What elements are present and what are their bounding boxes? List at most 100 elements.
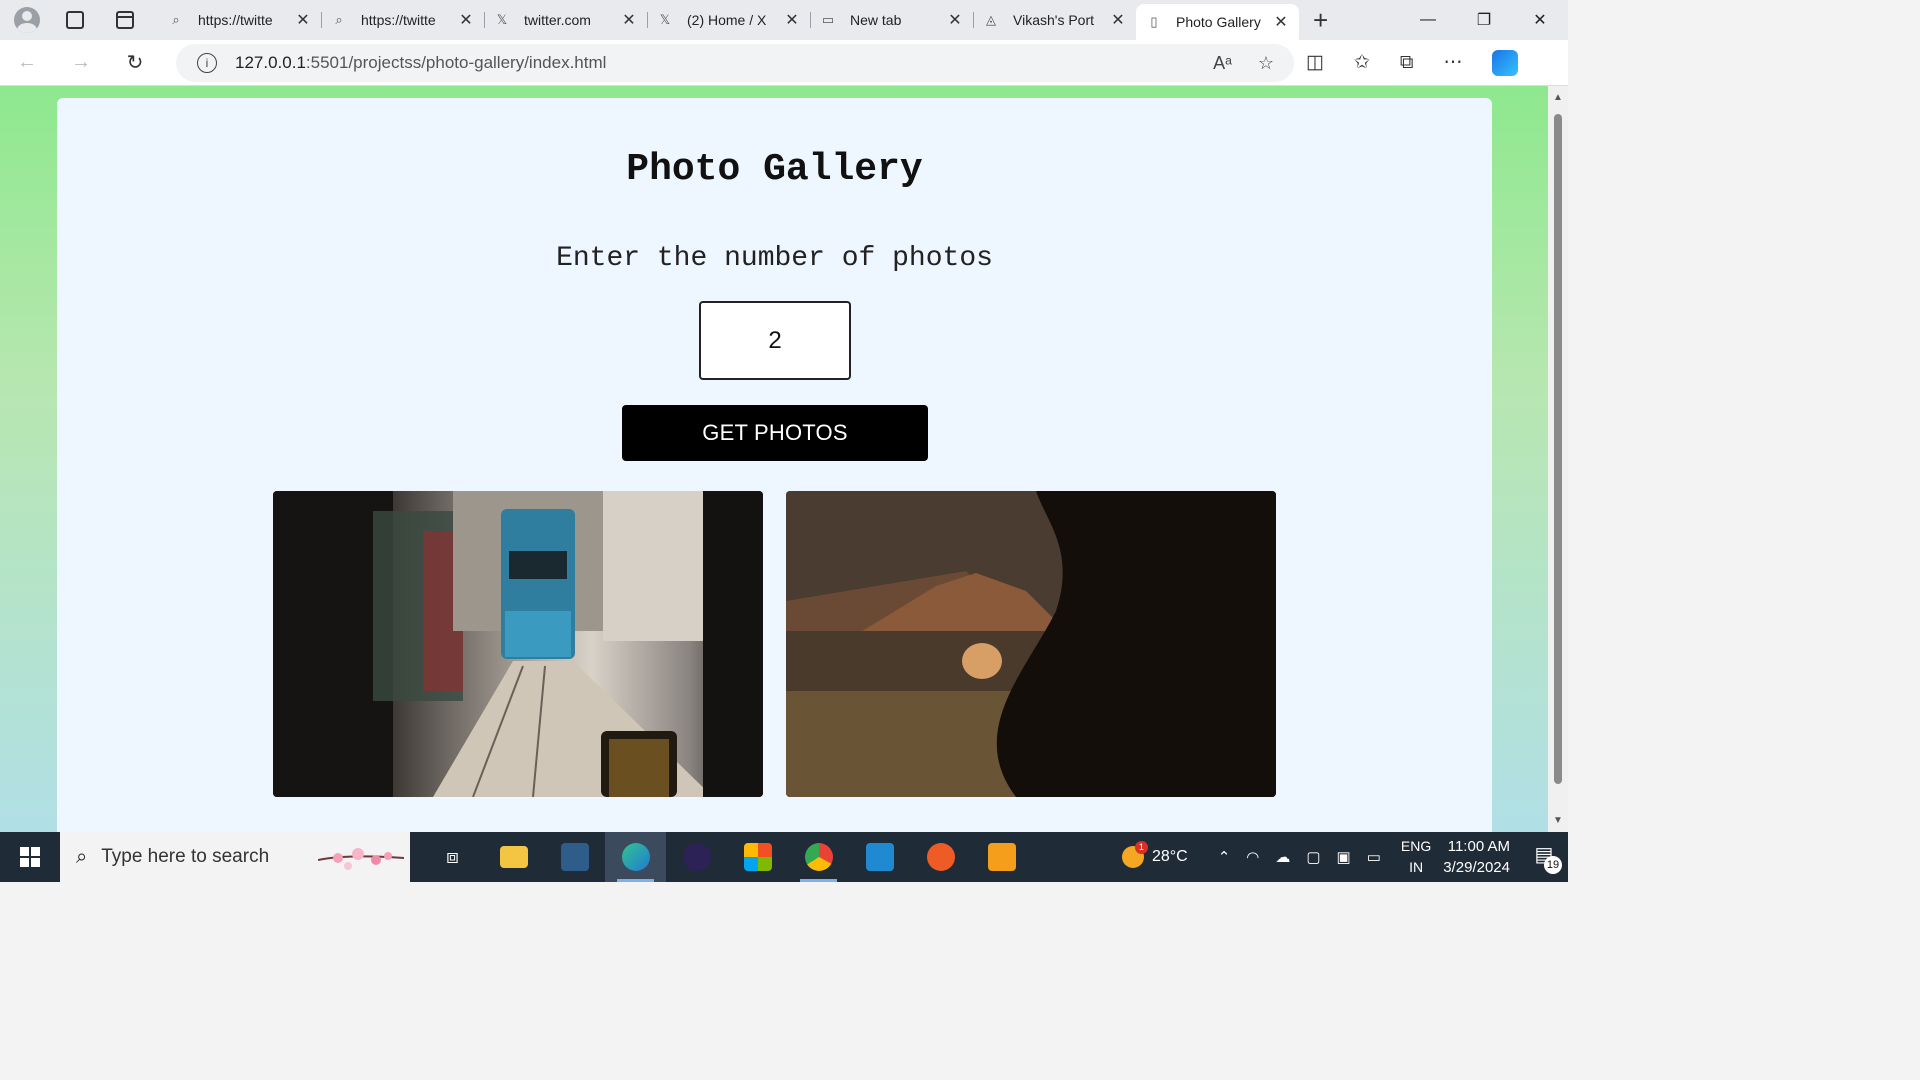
get-photos-button[interactable]: GET PHOTOS — [622, 405, 928, 461]
mountain-photo-art — [786, 491, 1276, 797]
wifi-icon[interactable]: ◠ — [1246, 848, 1259, 866]
mysql-workbench-icon[interactable] — [544, 832, 605, 882]
meet-now-icon[interactable]: ▢ — [1306, 848, 1320, 866]
browser-tab[interactable]: ▭ New tab ✕ — [810, 4, 973, 36]
close-icon[interactable]: ✕ — [784, 10, 800, 30]
close-icon[interactable]: ✕ — [621, 10, 637, 30]
x-logo-icon: 𝕏 — [496, 12, 508, 27]
browser-tab[interactable]: ◬ Vikash's Port ✕ — [973, 4, 1136, 36]
weather-widget[interactable]: 1 28°C — [1121, 841, 1188, 868]
clock-time: 11:00 AM — [1447, 838, 1510, 855]
favorites-icon[interactable]: ✩ — [1354, 51, 1370, 74]
system-tray: 1 28°C ⌃ ◠ ☁ ▢ ▣ ▭ ENG IN 11:00 AM 3/29/… — [1121, 832, 1568, 882]
tram-photo-art — [273, 491, 763, 797]
restore-icon[interactable]: ❐ — [1456, 0, 1512, 40]
scroll-down-arrow-icon[interactable]: ▼ — [1553, 815, 1563, 826]
file-explorer-icon[interactable] — [483, 832, 544, 882]
gallery-card: Photo Gallery Enter the number of photos… — [57, 98, 1492, 832]
back-arrow-icon[interactable]: ← — [0, 51, 54, 74]
taskbar-clock[interactable]: 11:00 AM 3/29/2024 — [1443, 836, 1510, 878]
chrome-icon[interactable] — [788, 832, 849, 882]
tab-title: (2) Home / X — [687, 12, 767, 28]
photo-count-input[interactable] — [699, 301, 851, 380]
browser-tab-strip: ⌕ https://twitte ✕ ⌕ https://twitte ✕ 𝕏 … — [0, 0, 1568, 40]
fox-icon: ◬ — [986, 12, 996, 27]
forward-arrow-icon[interactable]: → — [54, 51, 108, 74]
weather-temperature: 28°C — [1151, 848, 1188, 865]
edge-browser-icon[interactable] — [605, 832, 666, 882]
close-icon[interactable]: ✕ — [1110, 10, 1126, 30]
scroll-up-arrow-icon[interactable]: ▲ — [1553, 92, 1563, 103]
tab-title: Vikash's Port — [1013, 12, 1095, 28]
window-controls: — ❐ ✕ — [1400, 0, 1568, 40]
task-view-icon[interactable]: ⧈ — [422, 832, 483, 882]
split-screen-icon[interactable]: ◫ — [1306, 51, 1324, 74]
language-region: IN — [1409, 859, 1424, 875]
eclipse-icon[interactable] — [666, 832, 727, 882]
photo-count-label: Enter the number of photos — [556, 243, 993, 274]
vertical-scrollbar[interactable]: ▲ ▼ — [1548, 86, 1568, 832]
close-icon[interactable]: ✕ — [458, 10, 474, 30]
weather-badge: 1 — [1134, 841, 1148, 854]
input-language[interactable]: ENG IN — [1401, 836, 1431, 878]
profile-avatar-icon[interactable] — [14, 7, 40, 33]
url-text[interactable]: 127.0.0.1:5501/projectss/photo-gallery/i… — [235, 53, 606, 73]
postman-icon[interactable] — [910, 832, 971, 882]
page-viewport: Photo Gallery Enter the number of photos… — [0, 86, 1568, 832]
onedrive-cloud-icon[interactable]: ☁ — [1275, 848, 1290, 866]
notification-center-icon[interactable]: ▤ 19 — [1528, 842, 1562, 874]
vertical-tabs-icon[interactable] — [116, 11, 134, 29]
tram-on-city-street-photo — [273, 491, 763, 797]
scrollbar-thumb[interactable] — [1554, 114, 1562, 784]
taskbar-search-box[interactable]: ⌕ Type here to search — [60, 832, 410, 882]
favorite-star-icon[interactable]: ☆ — [1258, 53, 1274, 74]
search-icon: ⌕ — [76, 845, 88, 868]
close-icon[interactable]: ✕ — [1273, 12, 1289, 32]
language-code: ENG — [1400, 838, 1432, 854]
url-host: 127.0.0.1 — [235, 53, 306, 72]
battery-icon[interactable]: ▭ — [1367, 848, 1381, 866]
browser-tab[interactable]: ⌕ https://twitte ✕ — [321, 4, 484, 36]
taskbar-search-placeholder: Type here to search — [101, 846, 270, 867]
page-icon: ▯ — [1150, 14, 1158, 29]
refresh-icon[interactable]: ↻ — [108, 50, 162, 75]
start-button[interactable] — [0, 832, 60, 882]
browser-tab[interactable]: 𝕏 twitter.com ✕ — [484, 4, 647, 36]
browser-toolbar: ◫ ✩ ⧉ ⋯ — [1306, 49, 1519, 76]
tab-list: ⌕ https://twitte ✕ ⌕ https://twitte ✕ 𝕏 … — [158, 0, 1299, 40]
read-aloud-icon[interactable]: A͏ᵃ — [1213, 53, 1232, 74]
collections-icon[interactable]: ⧉ — [1400, 52, 1414, 74]
navigation-bar: ← → ↻ i 127.0.0.1:5501/projectss/photo-g… — [0, 40, 1568, 86]
page-title: Photo Gallery — [626, 148, 923, 191]
taskbar-apps: ⧈ — [422, 832, 1032, 882]
more-menu-icon[interactable]: ⋯ — [1443, 51, 1462, 74]
vscode-icon[interactable] — [849, 832, 910, 882]
minimize-icon[interactable]: — — [1400, 0, 1456, 40]
browser-tab[interactable]: ⌕ https://twitte ✕ — [158, 4, 321, 36]
notification-count: 19 — [1544, 856, 1562, 874]
mountain-landscape-photo — [786, 491, 1276, 797]
microsoft-store-icon[interactable] — [727, 832, 788, 882]
new-tab-button[interactable]: + — [1313, 5, 1328, 36]
close-icon[interactable]: ✕ — [295, 10, 311, 30]
address-bar[interactable]: i 127.0.0.1:5501/projectss/photo-gallery… — [176, 44, 1294, 82]
tab-title: twitter.com — [524, 12, 591, 28]
search-icon: ⌕ — [172, 12, 180, 27]
browser-tab-active[interactable]: ▯ Photo Gallery ✕ — [1136, 4, 1299, 40]
workspaces-icon[interactable] — [66, 11, 84, 29]
cherry-blossom-icon — [318, 848, 404, 870]
close-icon[interactable]: ✕ — [947, 10, 963, 30]
display-icon[interactable]: ▣ — [1337, 848, 1351, 866]
close-window-icon[interactable]: ✕ — [1512, 0, 1568, 40]
url-path: :5501/projectss/photo-gallery/index.html — [305, 53, 607, 72]
tab-title: https://twitte — [361, 12, 436, 28]
browser-tab[interactable]: 𝕏 (2) Home / X ✕ — [647, 4, 810, 36]
tab-title: Photo Gallery — [1176, 14, 1261, 30]
sublime-text-icon[interactable] — [971, 832, 1032, 882]
show-hidden-icons-chevron-icon[interactable]: ⌃ — [1218, 848, 1231, 866]
tab-title: New tab — [850, 12, 902, 28]
address-bar-actions: A͏ᵃ ☆ — [1213, 53, 1274, 74]
info-icon[interactable]: i — [197, 53, 217, 73]
copilot-icon[interactable] — [1492, 49, 1519, 76]
search-icon: ⌕ — [335, 12, 343, 27]
